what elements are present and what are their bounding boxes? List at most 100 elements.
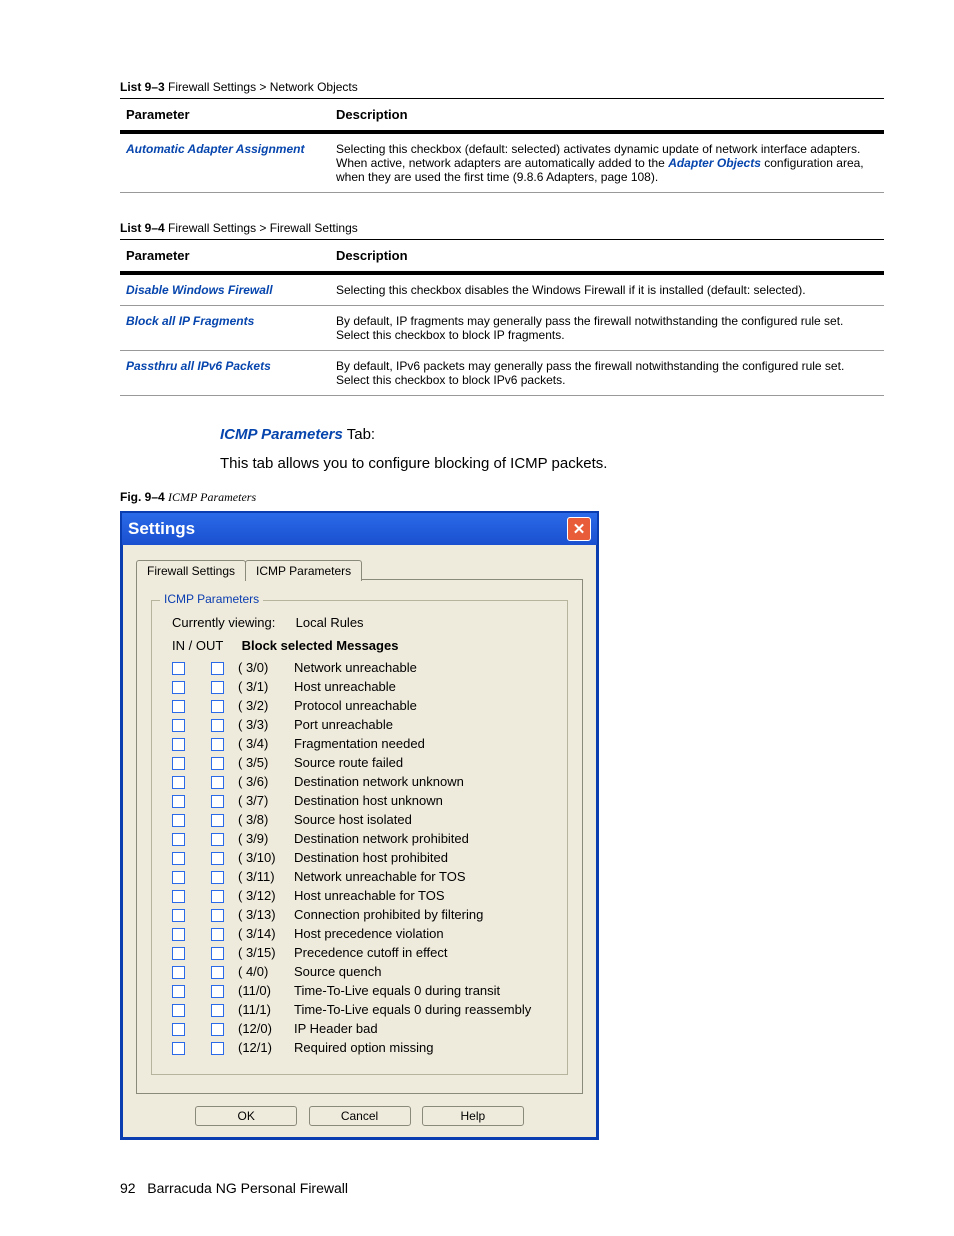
page-footer: 92 Barracuda NG Personal Firewall [120,1180,884,1196]
msg-code: ( 3/0) [238,659,294,677]
fig-caption: Fig. 9–4 ICMP Parameters [120,490,884,505]
icmp-message-row: ( 3/9)Destination network prohibited [172,830,555,848]
param-name: Disable Windows Firewall [126,283,273,297]
icmp-message-row: ( 3/2)Protocol unreachable [172,697,555,715]
list-caption: List 9–4 Firewall Settings > Firewall Se… [120,221,884,235]
checkbox-in[interactable] [172,833,185,846]
msg-code: ( 3/7) [238,792,294,810]
checkbox-out[interactable] [211,795,224,808]
checkbox-in[interactable] [172,871,185,884]
cancel-button[interactable]: Cancel [309,1106,411,1126]
param-name: Block all IP Fragments [126,314,254,328]
msg-label: Destination host unknown [294,792,443,810]
icmp-message-row: (12/0)IP Header bad [172,1020,555,1038]
checkbox-in[interactable] [172,662,185,675]
msg-label: Host unreachable for TOS [294,887,445,905]
ok-button[interactable]: OK [195,1106,297,1126]
checkbox-out[interactable] [211,719,224,732]
tab-firewall-settings[interactable]: Firewall Settings [136,560,246,581]
msg-code: ( 3/4) [238,735,294,753]
checkbox-out[interactable] [211,681,224,694]
checkbox-in[interactable] [172,1042,185,1055]
table-row: Automatic Adapter Assignment Selecting t… [120,132,884,193]
checkbox-in[interactable] [172,985,185,998]
section-heading: ICMP Parameters Tab: [220,426,884,443]
checkbox-in[interactable] [172,814,185,827]
icmp-message-row: ( 3/5)Source route failed [172,754,555,772]
icmp-message-row: (11/0)Time-To-Live equals 0 during trans… [172,982,555,1000]
icmp-message-row: ( 3/8)Source host isolated [172,811,555,829]
checkbox-in[interactable] [172,1004,185,1017]
checkbox-out[interactable] [211,776,224,789]
msg-code: ( 3/1) [238,678,294,696]
icmp-message-row: ( 3/14)Host precedence violation [172,925,555,943]
cv-value: Local Rules [296,615,364,630]
checkbox-out[interactable] [211,738,224,751]
checkbox-in[interactable] [172,890,185,903]
msg-label: Precedence cutoff in effect [294,944,447,962]
checkbox-out[interactable] [211,909,224,922]
param-table-9-4: Parameter Description Disable Windows Fi… [120,239,884,396]
icmp-message-row: ( 4/0)Source quench [172,963,555,981]
adapter-objects-link[interactable]: Adapter Objects [668,156,761,170]
checkbox-out[interactable] [211,757,224,770]
page-number: 92 [120,1180,136,1196]
checkbox-in[interactable] [172,757,185,770]
checkbox-out[interactable] [211,928,224,941]
msg-code: (12/1) [238,1039,294,1057]
param-name: Passthru all IPv6 Packets [126,359,271,373]
close-icon[interactable]: ✕ [567,517,591,541]
checkbox-out[interactable] [211,662,224,675]
icmp-message-row: ( 3/7)Destination host unknown [172,792,555,810]
checkbox-in[interactable] [172,719,185,732]
list-caption-bold: List 9–3 [120,80,165,94]
checkbox-out[interactable] [211,890,224,903]
checkbox-in[interactable] [172,909,185,922]
table-row: Block all IP FragmentsBy default, IP fra… [120,306,884,351]
checkbox-in[interactable] [172,966,185,979]
checkbox-out[interactable] [211,833,224,846]
list-caption: List 9–3 Firewall Settings > Network Obj… [120,80,884,94]
tab-panel: ICMP Parameters Currently viewing: Local… [136,579,583,1094]
checkbox-in[interactable] [172,776,185,789]
checkbox-out[interactable] [211,871,224,884]
icmp-message-row: (12/1)Required option missing [172,1039,555,1057]
checkbox-out[interactable] [211,700,224,713]
checkbox-in[interactable] [172,928,185,941]
checkbox-out[interactable] [211,814,224,827]
icmp-group: ICMP Parameters Currently viewing: Local… [151,600,568,1075]
msg-code: ( 3/3) [238,716,294,734]
tab-icmp-parameters[interactable]: ICMP Parameters [245,560,362,581]
icmp-message-row: ( 3/0)Network unreachable [172,659,555,677]
msg-label: Destination network unknown [294,773,464,791]
checkbox-in[interactable] [172,852,185,865]
table-row: Passthru all IPv6 PacketsBy default, IPv… [120,351,884,396]
checkbox-out[interactable] [211,1042,224,1055]
checkbox-in[interactable] [172,947,185,960]
checkbox-in[interactable] [172,1023,185,1036]
section-body: This tab allows you to configure blockin… [220,455,884,472]
msg-label: Source quench [294,963,381,981]
param-desc: Selecting this checkbox disables the Win… [330,273,884,306]
checkbox-in[interactable] [172,795,185,808]
checkbox-out[interactable] [211,966,224,979]
list-caption-rest: Firewall Settings > Firewall Settings [165,221,358,235]
checkbox-out[interactable] [211,852,224,865]
checkbox-out[interactable] [211,1004,224,1017]
dialog-titlebar[interactable]: Settings ✕ [122,513,597,545]
section-heading-em: ICMP Parameters [220,426,343,443]
checkbox-out[interactable] [211,947,224,960]
checkbox-out[interactable] [211,985,224,998]
msg-code: ( 3/12) [238,887,294,905]
checkbox-in[interactable] [172,738,185,751]
help-button[interactable]: Help [422,1106,524,1126]
msg-code: ( 3/9) [238,830,294,848]
section-heading-rest: Tab: [343,426,375,443]
checkbox-in[interactable] [172,700,185,713]
col-block: Block selected Messages [242,638,399,653]
checkbox-out[interactable] [211,1023,224,1036]
checkbox-in[interactable] [172,681,185,694]
col-description: Description [330,240,884,274]
msg-label: Required option missing [294,1039,433,1057]
icmp-message-row: ( 3/6)Destination network unknown [172,773,555,791]
